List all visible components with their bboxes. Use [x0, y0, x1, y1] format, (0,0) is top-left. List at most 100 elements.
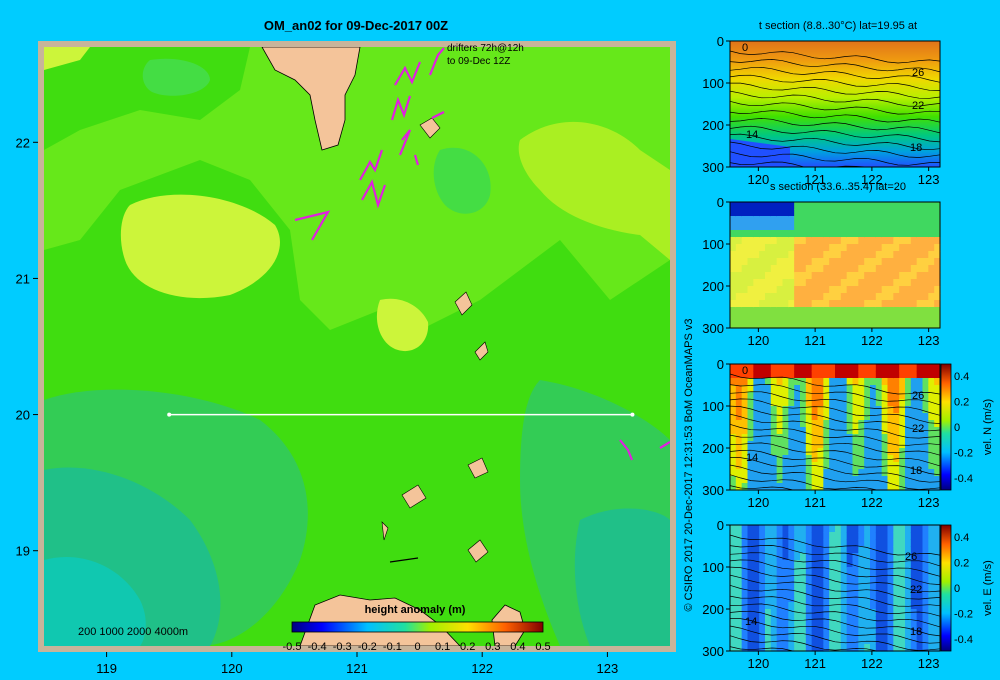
- section-cell: [870, 237, 877, 245]
- section-cell: [835, 462, 842, 470]
- section-cell: [846, 244, 854, 252]
- section-cell: [800, 581, 807, 589]
- section-cell: [858, 258, 865, 266]
- section-cell: [759, 223, 766, 231]
- section-cell: [759, 272, 766, 280]
- section-cell: [852, 616, 859, 624]
- section-cell: [759, 427, 766, 435]
- section-cell: [905, 244, 912, 252]
- section-cell: [741, 223, 749, 231]
- section-cell: [829, 279, 836, 287]
- section-cell: [864, 609, 871, 617]
- section-cell: [870, 637, 877, 645]
- section-cell: [864, 230, 871, 238]
- section-cell: [811, 476, 819, 484]
- section-cell: [858, 272, 865, 280]
- section-cell: [753, 532, 760, 540]
- section-cell: [846, 448, 854, 456]
- section-cell: [817, 265, 824, 273]
- section-cell: [864, 448, 871, 456]
- section-cell: [881, 581, 889, 589]
- section-cell: [823, 286, 830, 294]
- section-cell: [782, 560, 789, 568]
- section-cell: [788, 307, 795, 315]
- section-cell: [916, 539, 924, 547]
- section-cell: [875, 420, 883, 428]
- section-cell: [910, 258, 918, 266]
- section-cell: [870, 216, 877, 224]
- section-cell: [916, 364, 924, 372]
- section-cell: [805, 202, 813, 210]
- section-x-tick-label: 120: [748, 495, 770, 510]
- section-cell: [910, 371, 918, 379]
- section-cell: [759, 525, 766, 533]
- section-cell: [776, 560, 784, 568]
- section-cell: [805, 307, 813, 315]
- figure-title: OM_an02 for 09-Dec-2017 00Z: [264, 18, 448, 33]
- section-cell: [899, 595, 906, 603]
- section-cell: [875, 209, 883, 217]
- section-cell: [910, 378, 918, 386]
- section-cell: [753, 251, 760, 259]
- section-cell: [922, 476, 929, 484]
- section-cell: [922, 539, 929, 547]
- section-cell: [765, 616, 772, 624]
- section-cell: [864, 539, 871, 547]
- section-cell: [922, 258, 929, 266]
- colorbar-tick-label: -0.4: [308, 641, 327, 653]
- section-cell: [910, 300, 918, 308]
- section-cell: [870, 441, 877, 449]
- section-cell: [887, 237, 894, 245]
- section-cell: [881, 209, 889, 217]
- section-cell: [928, 272, 935, 280]
- section-cell: [776, 265, 784, 273]
- colorbar-tick-label: 0.4: [510, 641, 525, 653]
- section-cell: [864, 532, 871, 540]
- section-cell: [788, 258, 795, 266]
- velocity-colorbar-label: vel. E (m/s): [982, 560, 994, 616]
- section-cell: [881, 378, 889, 386]
- section-cell: [823, 560, 830, 568]
- section-cell: [840, 644, 848, 652]
- section-cell: [782, 251, 789, 259]
- map-y-tick-label: 21: [16, 271, 30, 286]
- section-cell: [928, 307, 935, 315]
- section-cell: [852, 581, 859, 589]
- section-cell: [747, 237, 754, 245]
- section-cell: [794, 307, 801, 315]
- section-cell: [765, 300, 772, 308]
- section-cell: [905, 216, 912, 224]
- section-cell: [829, 581, 836, 589]
- section-cell: [835, 314, 842, 322]
- section-cell: [870, 300, 877, 308]
- section-cell: [794, 553, 801, 561]
- section-cell: [800, 427, 807, 435]
- section-cell: [899, 588, 906, 596]
- section-cell: [817, 434, 824, 442]
- section-cell: [846, 272, 854, 280]
- section-cell: [887, 448, 894, 456]
- section-cell: [846, 595, 854, 603]
- section-cell: [735, 230, 743, 238]
- section-cell: [765, 441, 772, 449]
- section-cell: [893, 637, 900, 645]
- section-cell: [922, 300, 929, 308]
- section-cell: [735, 525, 743, 533]
- section-cell: [916, 476, 924, 484]
- section-cell: [875, 406, 883, 414]
- section-cell: [730, 546, 737, 554]
- section-cell: [741, 265, 749, 273]
- section-cell: [875, 286, 883, 294]
- section-cell: [893, 237, 900, 245]
- section-cell: [776, 399, 784, 407]
- section-cell: [916, 251, 924, 259]
- section-cell: [770, 258, 778, 266]
- section-cell: [910, 314, 918, 322]
- section-cell: [840, 371, 848, 379]
- section-cell: [922, 265, 929, 273]
- section-cell: [730, 321, 737, 329]
- section-cell: [893, 300, 900, 308]
- section-cell: [864, 258, 871, 266]
- section-cell: [864, 216, 871, 224]
- section-cell: [753, 272, 760, 280]
